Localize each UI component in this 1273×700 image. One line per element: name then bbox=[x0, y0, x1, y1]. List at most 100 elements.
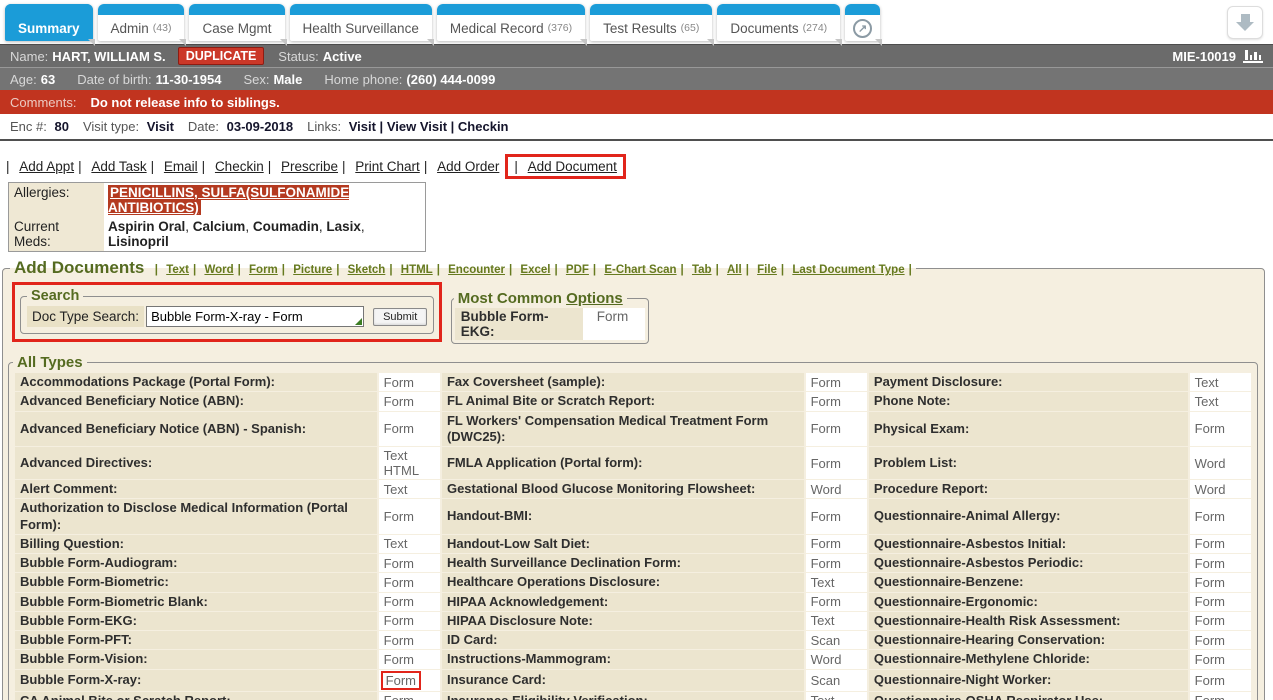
doc-create-link[interactable]: Form bbox=[384, 556, 414, 571]
doc-create-link[interactable]: Form bbox=[384, 633, 414, 648]
tab-case-mgmt[interactable]: Case Mgmt bbox=[189, 4, 284, 41]
doc-type-link-cell: Text bbox=[806, 573, 867, 591]
doc-create-link[interactable]: Form bbox=[1195, 693, 1225, 700]
doc-create-link[interactable]: Word bbox=[1195, 456, 1226, 471]
doc-type-link-cell: Form bbox=[379, 631, 440, 649]
doc-type-quick-link[interactable]: Sketch bbox=[336, 264, 385, 276]
doc-create-link[interactable]: Word bbox=[811, 482, 842, 497]
doc-type-quick-link[interactable]: File bbox=[746, 264, 777, 276]
doc-create-link[interactable]: Form bbox=[811, 594, 841, 609]
doc-create-link[interactable]: Form bbox=[386, 673, 416, 688]
tab-documents[interactable]: Documents(274) bbox=[717, 4, 840, 41]
encounter-link[interactable]: View Visit bbox=[376, 119, 447, 134]
doc-create-link[interactable]: Form bbox=[811, 456, 841, 471]
medication-link[interactable]: Lasix bbox=[319, 219, 361, 234]
doc-create-link[interactable]: Form bbox=[384, 575, 414, 590]
most-common-form-link[interactable]: Form bbox=[597, 309, 629, 324]
doc-create-link[interactable]: Form bbox=[1195, 673, 1225, 688]
action-link[interactable]: Add Task bbox=[78, 159, 147, 174]
doc-create-link[interactable]: Text bbox=[384, 448, 435, 463]
allergy-alert-link[interactable]: PENICILLINS, SULFA(SULFONAMIDE ANTIBIOTI… bbox=[108, 185, 349, 215]
doc-create-link[interactable]: Form bbox=[1195, 536, 1225, 551]
doc-create-link[interactable]: Text bbox=[811, 613, 835, 628]
add-document-link[interactable]: Add Document bbox=[514, 159, 617, 174]
doc-create-link[interactable]: Form bbox=[811, 375, 841, 390]
doc-type-quick-link[interactable]: Excel bbox=[509, 264, 550, 276]
doc-create-link[interactable]: Form bbox=[384, 594, 414, 609]
doc-type-row: CA Animal Bite or Scratch Report:FormIns… bbox=[15, 692, 1251, 700]
tab-accent-cap bbox=[437, 4, 585, 15]
action-link[interactable]: Add Order bbox=[424, 159, 500, 174]
doc-create-link[interactable]: Form bbox=[384, 693, 414, 700]
doc-type-row: Advanced Beneficiary Notice (ABN) - Span… bbox=[15, 412, 1251, 447]
doc-create-link[interactable]: Text bbox=[1195, 375, 1219, 390]
doc-create-link[interactable]: Form bbox=[384, 394, 414, 409]
doc-create-link[interactable]: Form bbox=[384, 509, 414, 524]
tab-admin[interactable]: Admin(43) bbox=[98, 4, 185, 41]
doc-type-quick-link[interactable]: Word bbox=[193, 264, 234, 276]
doc-create-link[interactable]: Text bbox=[1195, 394, 1219, 409]
doc-create-link[interactable]: Form bbox=[811, 536, 841, 551]
doc-create-link[interactable]: Form bbox=[811, 394, 841, 409]
submit-button[interactable]: Submit bbox=[373, 308, 427, 326]
doc-create-link[interactable]: Form bbox=[1195, 652, 1225, 667]
doc-create-link[interactable]: Form bbox=[811, 556, 841, 571]
doc-create-link[interactable]: Text bbox=[811, 693, 835, 700]
doc-create-link[interactable]: Text bbox=[384, 536, 408, 551]
popout-tab-button[interactable]: ↗ bbox=[845, 4, 880, 41]
encounter-link[interactable]: Checkin bbox=[447, 119, 508, 134]
action-link[interactable]: Prescribe bbox=[268, 159, 338, 174]
doc-create-link[interactable]: Word bbox=[1195, 482, 1226, 497]
doc-create-link[interactable]: Form bbox=[1195, 575, 1225, 590]
doc-type-quick-link[interactable]: Form bbox=[238, 264, 278, 276]
doc-create-link[interactable]: HTML bbox=[384, 463, 435, 478]
doc-type-quick-link[interactable]: Last Document Type bbox=[781, 264, 905, 276]
doc-create-link[interactable]: Form bbox=[1195, 509, 1225, 524]
doc-type-quick-link[interactable]: All bbox=[716, 264, 742, 276]
options-link[interactable]: Options bbox=[566, 290, 623, 307]
allergies-link[interactable]: Allergies: bbox=[14, 185, 70, 200]
doc-create-link[interactable]: Form bbox=[811, 509, 841, 524]
doc-type-quick-link[interactable]: Text bbox=[155, 264, 189, 276]
current-meds-link[interactable]: Current Meds: bbox=[14, 219, 59, 249]
action-link[interactable]: Email bbox=[151, 159, 198, 174]
medication-link[interactable]: Aspirin Oral bbox=[108, 219, 185, 234]
doc-type-quick-link[interactable]: Encounter bbox=[437, 264, 505, 276]
doc-type-quick-link[interactable]: Picture bbox=[282, 264, 332, 276]
medication-link[interactable]: Coumadin bbox=[245, 219, 319, 234]
download-button[interactable] bbox=[1227, 6, 1263, 39]
tab-health-surveillance[interactable]: Health Surveillance bbox=[290, 4, 432, 41]
doc-create-link[interactable]: Text bbox=[384, 482, 408, 497]
doc-create-link[interactable]: Scan bbox=[811, 673, 841, 688]
action-link[interactable]: Add Appt bbox=[6, 159, 74, 174]
tab-test-results[interactable]: Test Results(65) bbox=[590, 4, 712, 41]
doc-create-link[interactable]: Text bbox=[811, 575, 835, 590]
doc-create-link[interactable]: Form bbox=[1195, 594, 1225, 609]
doc-type-quick-link[interactable]: E-Chart Scan bbox=[593, 264, 677, 276]
tab-summary[interactable]: Summary bbox=[5, 4, 93, 41]
doc-type-name: Questionnaire-Night Worker: bbox=[869, 670, 1188, 691]
doc-type-name: Procedure Report: bbox=[869, 480, 1188, 498]
doc-create-link[interactable]: Form bbox=[384, 375, 414, 390]
encounter-link[interactable]: Visit bbox=[349, 119, 376, 134]
doc-type-quick-link[interactable]: HTML bbox=[389, 264, 432, 276]
tab-accent-cap bbox=[98, 4, 185, 15]
doc-create-link[interactable]: Form bbox=[384, 421, 414, 436]
doc-type-quick-link[interactable]: Tab bbox=[681, 264, 712, 276]
doc-create-link[interactable]: Form bbox=[1195, 633, 1225, 648]
doc-create-link[interactable]: Form bbox=[1195, 556, 1225, 571]
action-link[interactable]: Checkin bbox=[202, 159, 264, 174]
doc-create-link[interactable]: Form bbox=[1195, 613, 1225, 628]
medication-link[interactable]: Calcium bbox=[185, 219, 245, 234]
doc-type-search-input[interactable] bbox=[146, 306, 364, 327]
doc-create-link[interactable]: Form bbox=[1195, 421, 1225, 436]
doc-type-quick-link[interactable]: PDF bbox=[554, 264, 588, 276]
doc-create-link[interactable]: Form bbox=[384, 613, 414, 628]
chart-stats-icon[interactable] bbox=[1243, 50, 1263, 63]
doc-create-link[interactable]: Form bbox=[384, 652, 414, 667]
action-link[interactable]: Print Chart bbox=[342, 159, 420, 174]
tab-medical-record[interactable]: Medical Record(376) bbox=[437, 4, 585, 41]
doc-create-link[interactable]: Word bbox=[811, 652, 842, 667]
doc-create-link[interactable]: Scan bbox=[811, 633, 841, 648]
doc-create-link[interactable]: Form bbox=[811, 421, 841, 436]
